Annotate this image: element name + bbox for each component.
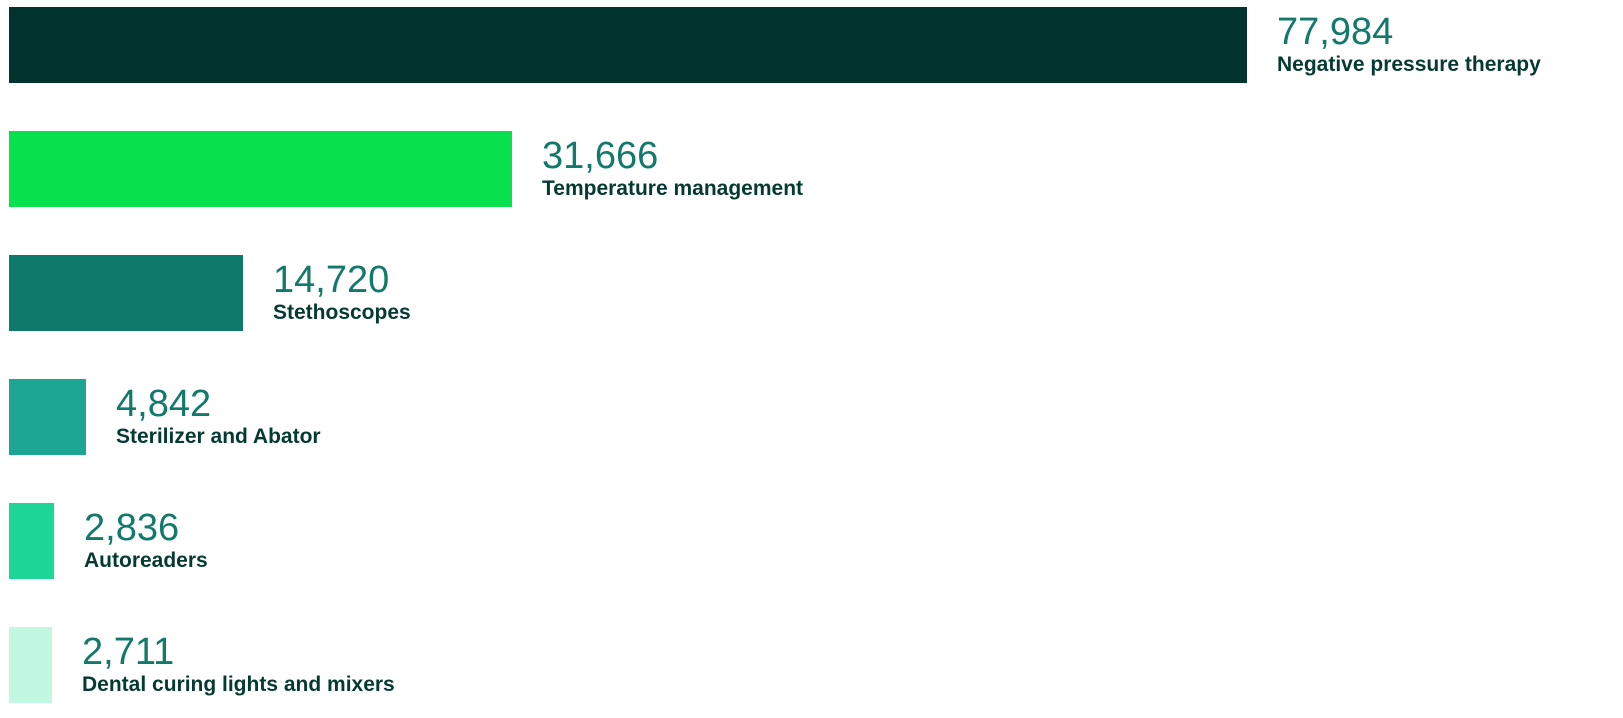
bar-row: 77,984 Negative pressure therapy (0, 7, 1623, 83)
category-label: Autoreaders (84, 549, 208, 572)
data-label-value: 2,711 (82, 631, 175, 673)
bar-label: 2,836 Autoreaders (84, 503, 208, 573)
bar (9, 7, 1247, 83)
data-label-value: 14,720 (273, 259, 390, 301)
bar-label: 14,720 Stethoscopes (273, 255, 411, 325)
bar-chart: 77,984 Negative pressure therapy 31,666 Tem… (0, 0, 1623, 718)
bar-label: 4,842 Sterilizer and Abator (116, 379, 321, 449)
bar-row: 2,836 Autoreaders (0, 503, 1623, 579)
data-label-value: 2,836 (84, 507, 180, 549)
category-label: Stethoscopes (273, 301, 411, 324)
bar (9, 379, 86, 455)
bar (9, 255, 243, 331)
category-label: Temperature management (542, 177, 804, 200)
bar-label: 2,711 Dental curing lights and mixers (82, 627, 395, 697)
bar (9, 503, 54, 579)
category-label: Dental curing lights and mixers (82, 673, 395, 696)
bar (9, 131, 512, 207)
data-label-value: 4,842 (116, 383, 212, 425)
bar-row: 31,666 Temperature management (0, 131, 1623, 207)
bar-label: 77,984 Negative pressure therapy (1277, 7, 1541, 77)
category-label: Negative pressure therapy (1277, 53, 1541, 76)
data-label-value: 31,666 (542, 135, 659, 177)
category-label: Sterilizer and Abator (116, 425, 321, 448)
bar-row: 2,711 Dental curing lights and mixers (0, 627, 1623, 703)
bar-label: 31,666 Temperature management (542, 131, 803, 201)
bar-row: 14,720 Stethoscopes (0, 255, 1623, 331)
data-label-value: 77,984 (1277, 11, 1394, 53)
bar (9, 627, 52, 703)
bar-row: 4,842 Sterilizer and Abator (0, 379, 1623, 455)
